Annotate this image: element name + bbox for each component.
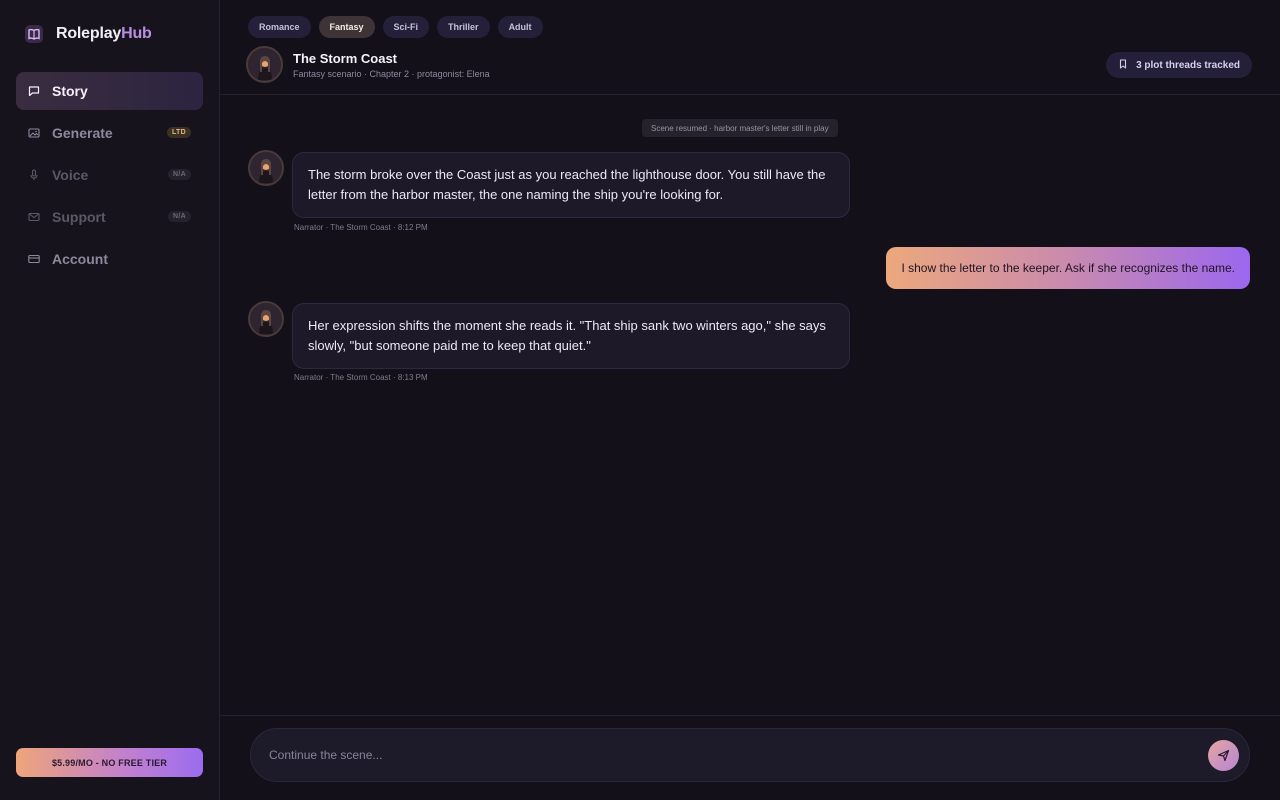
character-portrait-icon bbox=[251, 304, 281, 334]
story-panel: Romance Fantasy Sci-Fi Thriller Adult Th… bbox=[220, 0, 1280, 800]
genre-chip-thriller[interactable]: Thriller bbox=[437, 16, 490, 38]
message-composer bbox=[250, 728, 1250, 782]
sidebar-item-support[interactable]: Support N/A bbox=[16, 198, 203, 236]
narrator-message: The storm broke over the Coast just as y… bbox=[292, 152, 850, 218]
story-header: The Storm Coast Fantasy scenario · Chapt… bbox=[246, 46, 490, 83]
bookmark-icon bbox=[1118, 58, 1128, 72]
genre-chip-adult[interactable]: Adult bbox=[497, 16, 543, 38]
brand-name: RoleplayHub bbox=[56, 25, 152, 42]
plot-threads-button[interactable]: 3 plot threads tracked bbox=[1106, 52, 1252, 78]
sidebar-item-label: Voice bbox=[52, 167, 89, 183]
genre-chip-fantasy[interactable]: Fantasy bbox=[318, 16, 375, 38]
scene-input[interactable] bbox=[269, 729, 1189, 781]
send-button[interactable] bbox=[1208, 740, 1239, 771]
story-subtitle: Fantasy scenario · Chapter 2 · protagoni… bbox=[293, 68, 490, 79]
sidebar-item-label: Story bbox=[52, 83, 88, 99]
unavailable-badge: N/A bbox=[168, 169, 191, 180]
message-meta: Narrator · The Storm Coast · 8:13 PM bbox=[294, 373, 428, 382]
user-message: I show the letter to the keeper. Ask if … bbox=[886, 247, 1250, 289]
unavailable-badge: N/A bbox=[168, 211, 191, 222]
sidebar-item-account[interactable]: Account bbox=[16, 240, 203, 278]
chat-bubble-icon bbox=[28, 85, 40, 97]
message-meta: Narrator · The Storm Coast · 8:12 PM bbox=[294, 223, 428, 232]
genre-filter: Romance Fantasy Sci-Fi Thriller Adult bbox=[248, 16, 543, 38]
header-divider bbox=[220, 94, 1280, 95]
microphone-icon bbox=[28, 169, 40, 181]
narrator-message: Her expression shifts the moment she rea… bbox=[292, 303, 850, 369]
genre-chip-romance[interactable]: Romance bbox=[248, 16, 311, 38]
send-icon bbox=[1217, 749, 1230, 762]
sidebar-item-label: Account bbox=[52, 251, 108, 267]
credit-card-icon bbox=[28, 253, 40, 265]
story-title: The Storm Coast bbox=[293, 50, 398, 66]
sidebar-item-voice[interactable]: Voice N/A bbox=[16, 156, 203, 194]
character-portrait-icon bbox=[251, 153, 281, 183]
character-portrait-icon bbox=[249, 49, 280, 80]
limited-badge: LTD bbox=[167, 127, 191, 138]
sidebar-item-label: Generate bbox=[52, 125, 113, 141]
scene-resume-note: Scene resumed · harbor master's letter s… bbox=[642, 119, 838, 137]
narrator-avatar bbox=[248, 301, 284, 337]
sidebar-item-story[interactable]: Story bbox=[16, 72, 203, 110]
genre-chip-scifi[interactable]: Sci-Fi bbox=[382, 16, 430, 38]
sidebar: RoleplayHub Story Generate LTD Voice N/A bbox=[0, 0, 220, 800]
book-icon bbox=[24, 24, 44, 44]
narrator-avatar bbox=[246, 46, 283, 83]
pricing-button[interactable]: $5.99/MO - NO FREE TIER bbox=[16, 748, 203, 777]
sidebar-item-label: Support bbox=[52, 209, 106, 225]
image-icon bbox=[28, 127, 40, 139]
sidebar-item-generate[interactable]: Generate LTD bbox=[16, 114, 203, 152]
narrator-avatar bbox=[248, 150, 284, 186]
app-logo[interactable]: RoleplayHub bbox=[24, 24, 152, 44]
plot-threads-label: 3 plot threads tracked bbox=[1136, 59, 1240, 71]
sidebar-nav: Story Generate LTD Voice N/A Support N/A bbox=[16, 72, 203, 282]
mail-icon bbox=[28, 211, 40, 223]
composer-divider bbox=[220, 715, 1280, 716]
